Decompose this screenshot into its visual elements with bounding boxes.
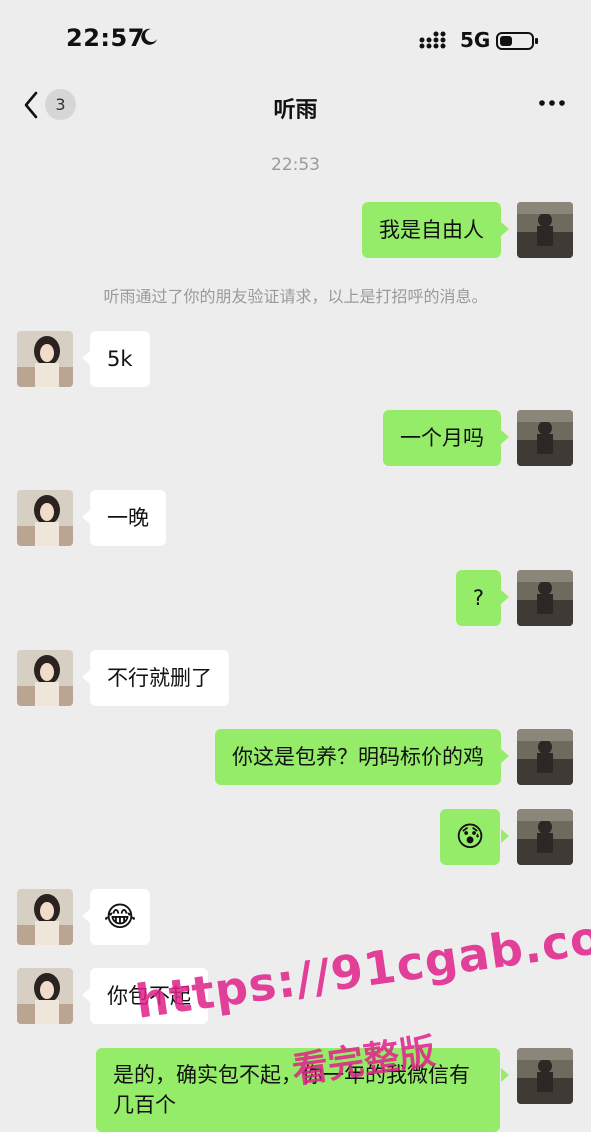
bubble-tail [82, 670, 90, 684]
bubble-tail [501, 430, 509, 444]
cold-sweat-emoji-icon: 😰 [455, 820, 485, 853]
network-type: 5G [460, 28, 491, 52]
moon-icon [140, 28, 158, 50]
bubble-tail [82, 510, 90, 524]
bubble-tail [501, 590, 509, 604]
contact-avatar[interactable] [17, 889, 73, 945]
chat-title: 听雨 [273, 98, 318, 123]
tears-of-joy-emoji-icon: 😂 [103, 900, 137, 933]
my-avatar[interactable] [517, 729, 573, 785]
status-time: 22:57 [66, 24, 145, 52]
contact-emoji-bubble[interactable]: 😂 [90, 889, 150, 945]
my-avatar[interactable] [517, 570, 573, 626]
bubble-tail [82, 909, 90, 923]
my-avatar[interactable] [517, 202, 573, 258]
signal-icon [418, 30, 450, 54]
more-options-icon[interactable] [538, 95, 566, 115]
my-avatar[interactable] [517, 809, 573, 865]
my-message-bubble[interactable]: 我是自由人 [362, 202, 501, 258]
system-message: 听雨通过了你的朋友验证请求，以上是打招呼的消息。 [103, 287, 488, 306]
watermark-url: https://91cgab.com [132, 902, 591, 1029]
my-avatar[interactable] [517, 1048, 573, 1104]
bubble-tail [501, 1068, 509, 1082]
bubble-tail [501, 222, 509, 236]
battery-icon [496, 31, 540, 55]
bubble-tail [82, 351, 90, 365]
my-message-bubble[interactable]: 你这是包养？明码标价的鸡 [215, 729, 501, 785]
bubble-tail [82, 988, 90, 1002]
status-bar: 22:57 5G [0, 0, 591, 80]
contact-avatar[interactable] [17, 490, 73, 546]
bubble-tail [501, 829, 509, 843]
contact-avatar[interactable] [17, 968, 73, 1024]
my-message-bubble[interactable]: ? [455, 570, 501, 626]
contact-avatar[interactable] [17, 650, 73, 706]
my-emoji-bubble[interactable]: 😰 [440, 809, 500, 865]
message-timestamp: 22:53 [271, 155, 320, 175]
contact-message-bubble[interactable]: 不行就删了 [90, 650, 229, 706]
bubble-tail [501, 749, 509, 763]
my-avatar[interactable] [517, 410, 573, 466]
contact-message-bubble[interactable]: 5k [90, 331, 150, 387]
my-message-bubble[interactable]: 一个月吗 [383, 410, 501, 466]
contact-avatar[interactable] [17, 331, 73, 387]
contact-message-bubble[interactable]: 一晚 [90, 490, 166, 546]
